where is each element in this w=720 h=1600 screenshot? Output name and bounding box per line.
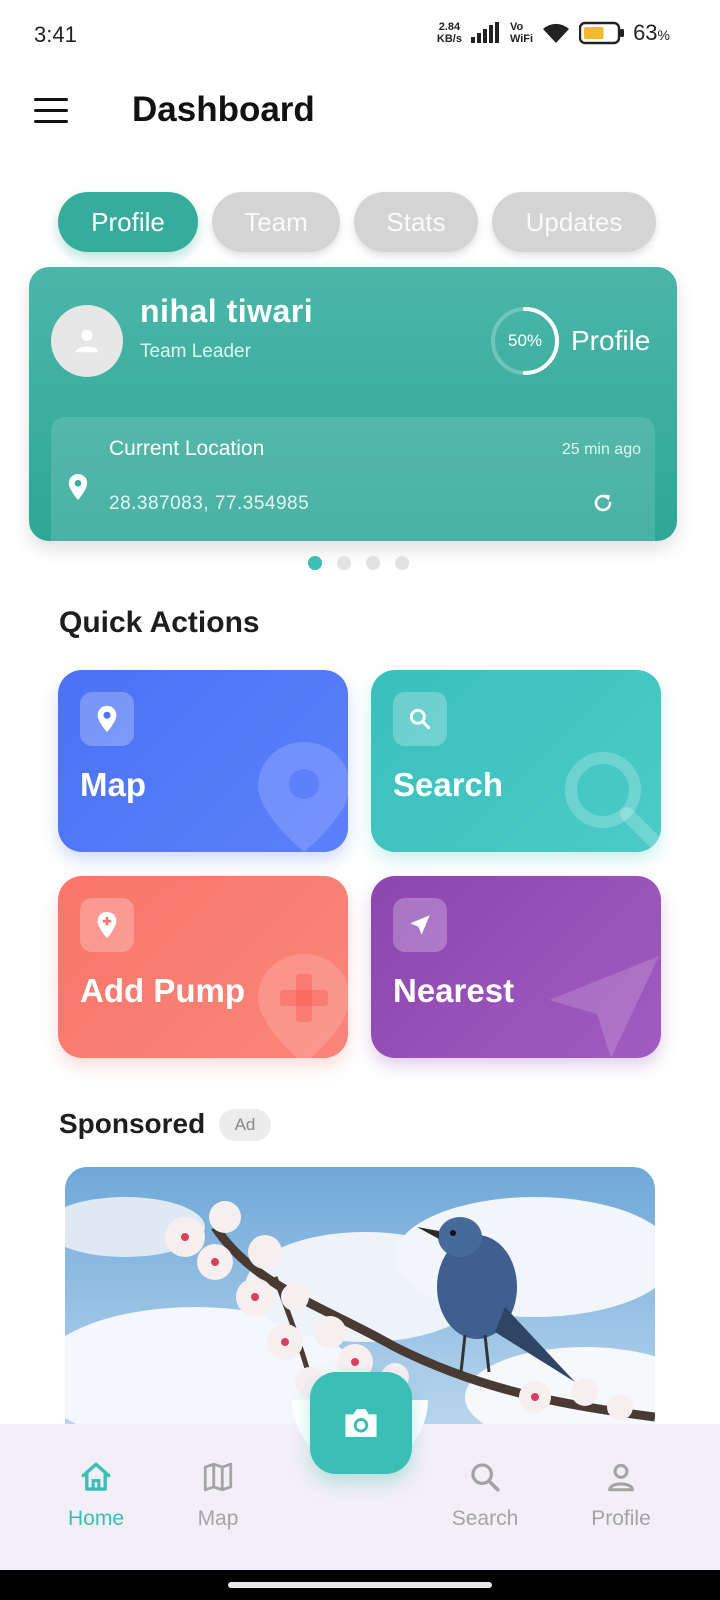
map-icon bbox=[203, 1462, 233, 1492]
menu-line bbox=[34, 120, 68, 123]
location-pin-icon bbox=[68, 474, 88, 500]
map-action-label: Map bbox=[80, 766, 146, 803]
battery-percent: 63% bbox=[633, 20, 670, 45]
signal-icon bbox=[470, 22, 499, 43]
wifi-icon bbox=[543, 23, 570, 43]
map-pin-icon bbox=[80, 692, 134, 746]
user-name: nihal tiwari bbox=[140, 293, 314, 329]
network-speed: 2.84 KB/s bbox=[436, 21, 462, 45]
add-location-icon bbox=[80, 898, 134, 952]
location-coordinates: 28.387083, 77.354985 bbox=[109, 493, 310, 514]
add-pump-action-label: Add Pump bbox=[80, 972, 245, 1009]
tab-profile[interactable]: Profile bbox=[58, 192, 198, 252]
tab-updates[interactable]: Updates bbox=[492, 192, 656, 252]
refresh-icon[interactable] bbox=[591, 491, 615, 515]
nav-home-label: Home bbox=[67, 1507, 125, 1530]
camera-icon bbox=[345, 1409, 377, 1437]
search-watermark-icon bbox=[565, 752, 661, 852]
add-location-watermark-icon bbox=[258, 954, 348, 1058]
status-icons: 2.84 KB/s Vo WiFi 63% bbox=[437, 20, 670, 46]
home-gesture-pill[interactable] bbox=[228, 1582, 492, 1588]
user-icon bbox=[608, 1463, 634, 1492]
tab-team[interactable]: Team bbox=[212, 192, 340, 252]
nav-home[interactable]: Home bbox=[36, 1460, 156, 1531]
status-bar: 3:41 2.84 KB/s Vo WiFi 63% bbox=[0, 0, 720, 70]
nearest-action-label: Nearest bbox=[393, 972, 515, 1009]
location-timestamp: 25 min ago bbox=[561, 441, 641, 458]
avatar bbox=[51, 305, 123, 377]
nav-profile[interactable]: Profile bbox=[561, 1460, 681, 1531]
search-icon bbox=[393, 692, 447, 746]
nav-search[interactable]: Search bbox=[425, 1460, 545, 1531]
nav-profile-label: Profile bbox=[591, 1507, 651, 1530]
profile-progress-label: 50% bbox=[507, 331, 543, 350]
tab-stats[interactable]: Stats bbox=[354, 192, 478, 252]
user-icon bbox=[75, 329, 99, 353]
location-title: Current Location bbox=[109, 437, 265, 460]
search-icon bbox=[471, 1463, 500, 1492]
nav-search-label: Search bbox=[451, 1507, 519, 1530]
map-pin-watermark-icon bbox=[258, 742, 348, 852]
vowifi-indicator: Vo WiFi bbox=[509, 21, 534, 45]
nav-map-label: Map bbox=[197, 1507, 239, 1530]
profile-progress-title: Profile bbox=[571, 325, 651, 356]
status-time: 3:41 bbox=[34, 22, 77, 47]
nav-map[interactable]: Map bbox=[158, 1460, 278, 1531]
ad-badge: Ad bbox=[219, 1109, 271, 1141]
menu-line bbox=[34, 109, 68, 112]
hamburger-menu-button[interactable] bbox=[34, 98, 68, 124]
navigation-arrow-icon bbox=[393, 898, 447, 952]
system-navigation-bar bbox=[0, 1570, 720, 1600]
page-title: Dashboard bbox=[132, 90, 315, 129]
sponsored-title: Sponsored bbox=[59, 1108, 206, 1139]
home-icon bbox=[81, 1462, 111, 1491]
profile-card[interactable]: nihal tiwari Team Leader 50% Profile Cur… bbox=[29, 267, 677, 541]
map-action-card[interactable]: Map bbox=[58, 670, 348, 852]
carousel-dot[interactable] bbox=[366, 556, 380, 570]
tab-chips: Profile Team Stats Updates bbox=[58, 192, 656, 252]
search-action-label: Search bbox=[393, 766, 504, 803]
navigation-watermark-icon bbox=[549, 956, 659, 1058]
camera-button[interactable] bbox=[310, 1372, 412, 1474]
nearest-action-card[interactable]: Nearest bbox=[371, 876, 661, 1058]
menu-line bbox=[34, 98, 68, 101]
user-role: Team Leader bbox=[140, 341, 251, 362]
carousel-indicator bbox=[308, 556, 409, 570]
search-action-card[interactable]: Search bbox=[371, 670, 661, 852]
battery-icon bbox=[579, 21, 625, 45]
carousel-dot[interactable] bbox=[337, 556, 351, 570]
current-location-panel: Current Location 25 min ago 28.387083, 7… bbox=[51, 417, 655, 541]
carousel-dot[interactable] bbox=[395, 556, 409, 570]
add-pump-action-card[interactable]: Add Pump bbox=[58, 876, 348, 1058]
carousel-dot[interactable] bbox=[308, 556, 322, 570]
quick-actions-title: Quick Actions bbox=[59, 606, 260, 639]
